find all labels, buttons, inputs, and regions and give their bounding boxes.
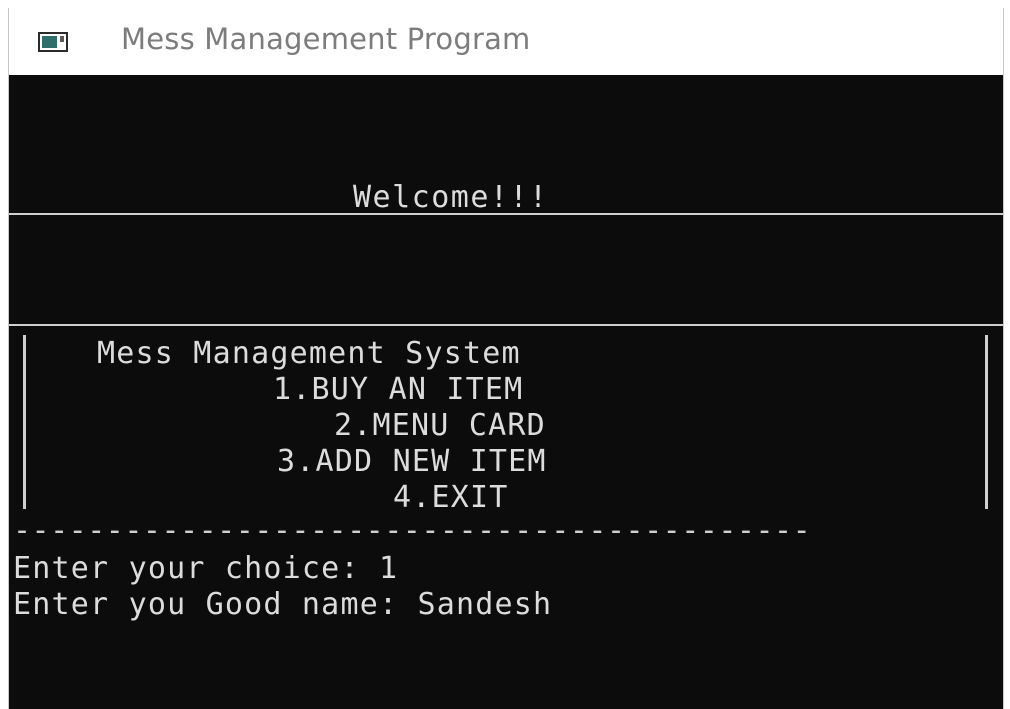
menu-top-border <box>9 324 1003 326</box>
welcome-text: Welcome!!! <box>353 180 549 215</box>
menu-item-add-new: 3.ADD NEW ITEM <box>277 444 547 479</box>
menu-item-exit: 4.EXIT <box>393 480 509 515</box>
console-window: Mess Management Program Welcome!!! Mess … <box>8 8 1004 709</box>
menu-left-border <box>23 335 26 509</box>
menu-bottom-separator: ----------------------------------------… <box>13 513 812 548</box>
menu-item-menu-card: 2.MENU CARD <box>334 408 546 443</box>
console-window-icon[interactable] <box>38 32 68 52</box>
menu-item-buy: 1.BUY AN ITEM <box>273 372 524 407</box>
menu-right-border <box>985 335 988 509</box>
console-window-icon-screen <box>42 36 57 48</box>
menu-heading: Mess Management System <box>97 336 521 371</box>
choice-prompt: Enter your choice: 1 <box>13 551 399 586</box>
console-window-icon-bar <box>60 36 64 42</box>
window-title: Mess Management Program <box>121 22 531 56</box>
name-prompt: Enter you Good name: Sandesh <box>13 587 553 622</box>
console-output[interactable]: Welcome!!! Mess Management System 1.BUY … <box>9 75 1003 709</box>
title-bar[interactable]: Mess Management Program <box>9 8 1003 75</box>
